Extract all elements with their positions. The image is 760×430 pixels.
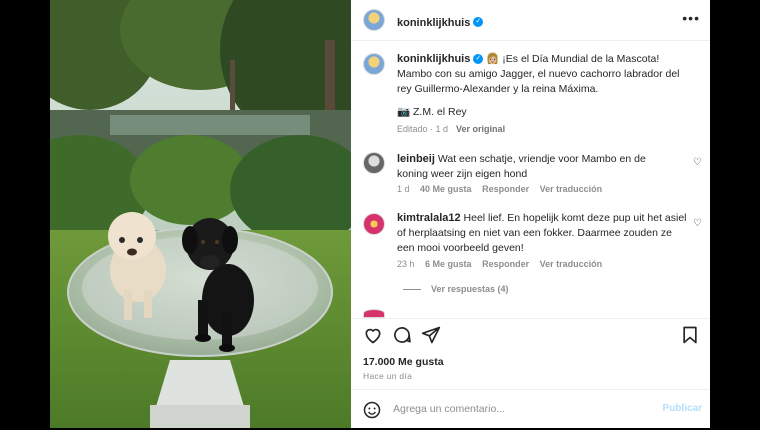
comment-username[interactable]: kimtralala12 [397, 212, 461, 224]
comment-item: kimtralala12 Heel lief. En hopelijk komt… [397, 211, 687, 256]
comment-time: 23 h [397, 259, 415, 269]
post-detail-panel: koninklijkhuis ✓ ••• koninklijkhuis ✓ 👩🏼 ¡… [351, 0, 710, 428]
share-icon[interactable] [421, 325, 441, 345]
translate-button[interactable]: Ver traducción [540, 184, 603, 194]
comment-like-heart-icon[interactable]: ♡ [693, 218, 702, 229]
author-username[interactable]: koninklijkhuis [397, 17, 470, 29]
comment-item: leinbeij Wat een schatje, vriendje voor … [397, 152, 677, 182]
comment-meta: 23 h 6 Me gusta Responder Ver traducción [397, 259, 610, 269]
post-header: koninklijkhuis ✓ ••• [351, 0, 710, 41]
commenter-avatar[interactable] [363, 152, 385, 174]
caption: koninklijkhuis ✓ 👩🏼 ¡Es el Día Mundial de… [397, 52, 689, 97]
commenter-avatar[interactable] [363, 213, 385, 235]
view-replies-button[interactable]: Ver respuestas (4) [431, 284, 509, 294]
edited-label: Editado · 1 d [397, 124, 449, 134]
reply-button[interactable]: Responder [482, 184, 529, 194]
verified-icon: ✓ [473, 54, 484, 65]
comment-input[interactable] [391, 402, 645, 416]
comment-likes[interactable]: 40 Me gusta [420, 184, 472, 194]
caption-username[interactable]: koninklijkhuis [397, 53, 470, 65]
likes-count[interactable]: 17.000 Me gusta [363, 356, 444, 368]
post-time: Hace un día [363, 371, 413, 381]
commenter-avatar-partial [363, 309, 385, 318]
verified-icon: ✓ [473, 16, 484, 27]
comment-username[interactable]: leinbeij [397, 153, 435, 165]
heart-icon[interactable] [363, 325, 383, 345]
comment-time: 1 d [397, 184, 410, 194]
comment-composer: Publicar [351, 389, 710, 430]
comment-likes[interactable]: 6 Me gusta [425, 259, 472, 269]
caption-author-avatar[interactable] [363, 53, 385, 75]
see-original-link[interactable]: Ver original [456, 124, 505, 134]
bookmark-icon[interactable] [680, 325, 700, 345]
photo-dogs-birdbath [50, 0, 351, 428]
translate-button[interactable]: Ver traducción [540, 259, 603, 269]
replies-divider [403, 289, 421, 290]
more-icon[interactable]: ••• [682, 10, 700, 26]
photo-credit: 📷 Z.M. el Rey [397, 106, 467, 118]
post-actions: 17.000 Me gusta Hace un día Publicar [351, 318, 710, 429]
reply-button[interactable]: Responder [482, 259, 529, 269]
publish-button[interactable]: Publicar [663, 403, 702, 414]
comment-like-heart-icon[interactable]: ♡ [693, 157, 702, 168]
caption-meta: Editado · 1 d Ver original [397, 124, 513, 134]
emoji-icon[interactable] [363, 401, 381, 419]
comment-text: Wat een schatje, vriendje voor Mambo en … [397, 153, 646, 180]
author-avatar[interactable] [363, 9, 385, 31]
comment-icon[interactable] [392, 325, 412, 345]
comment-meta: 1 d 40 Me gusta Responder Ver traducción [397, 184, 610, 194]
post-photo[interactable] [50, 0, 351, 428]
